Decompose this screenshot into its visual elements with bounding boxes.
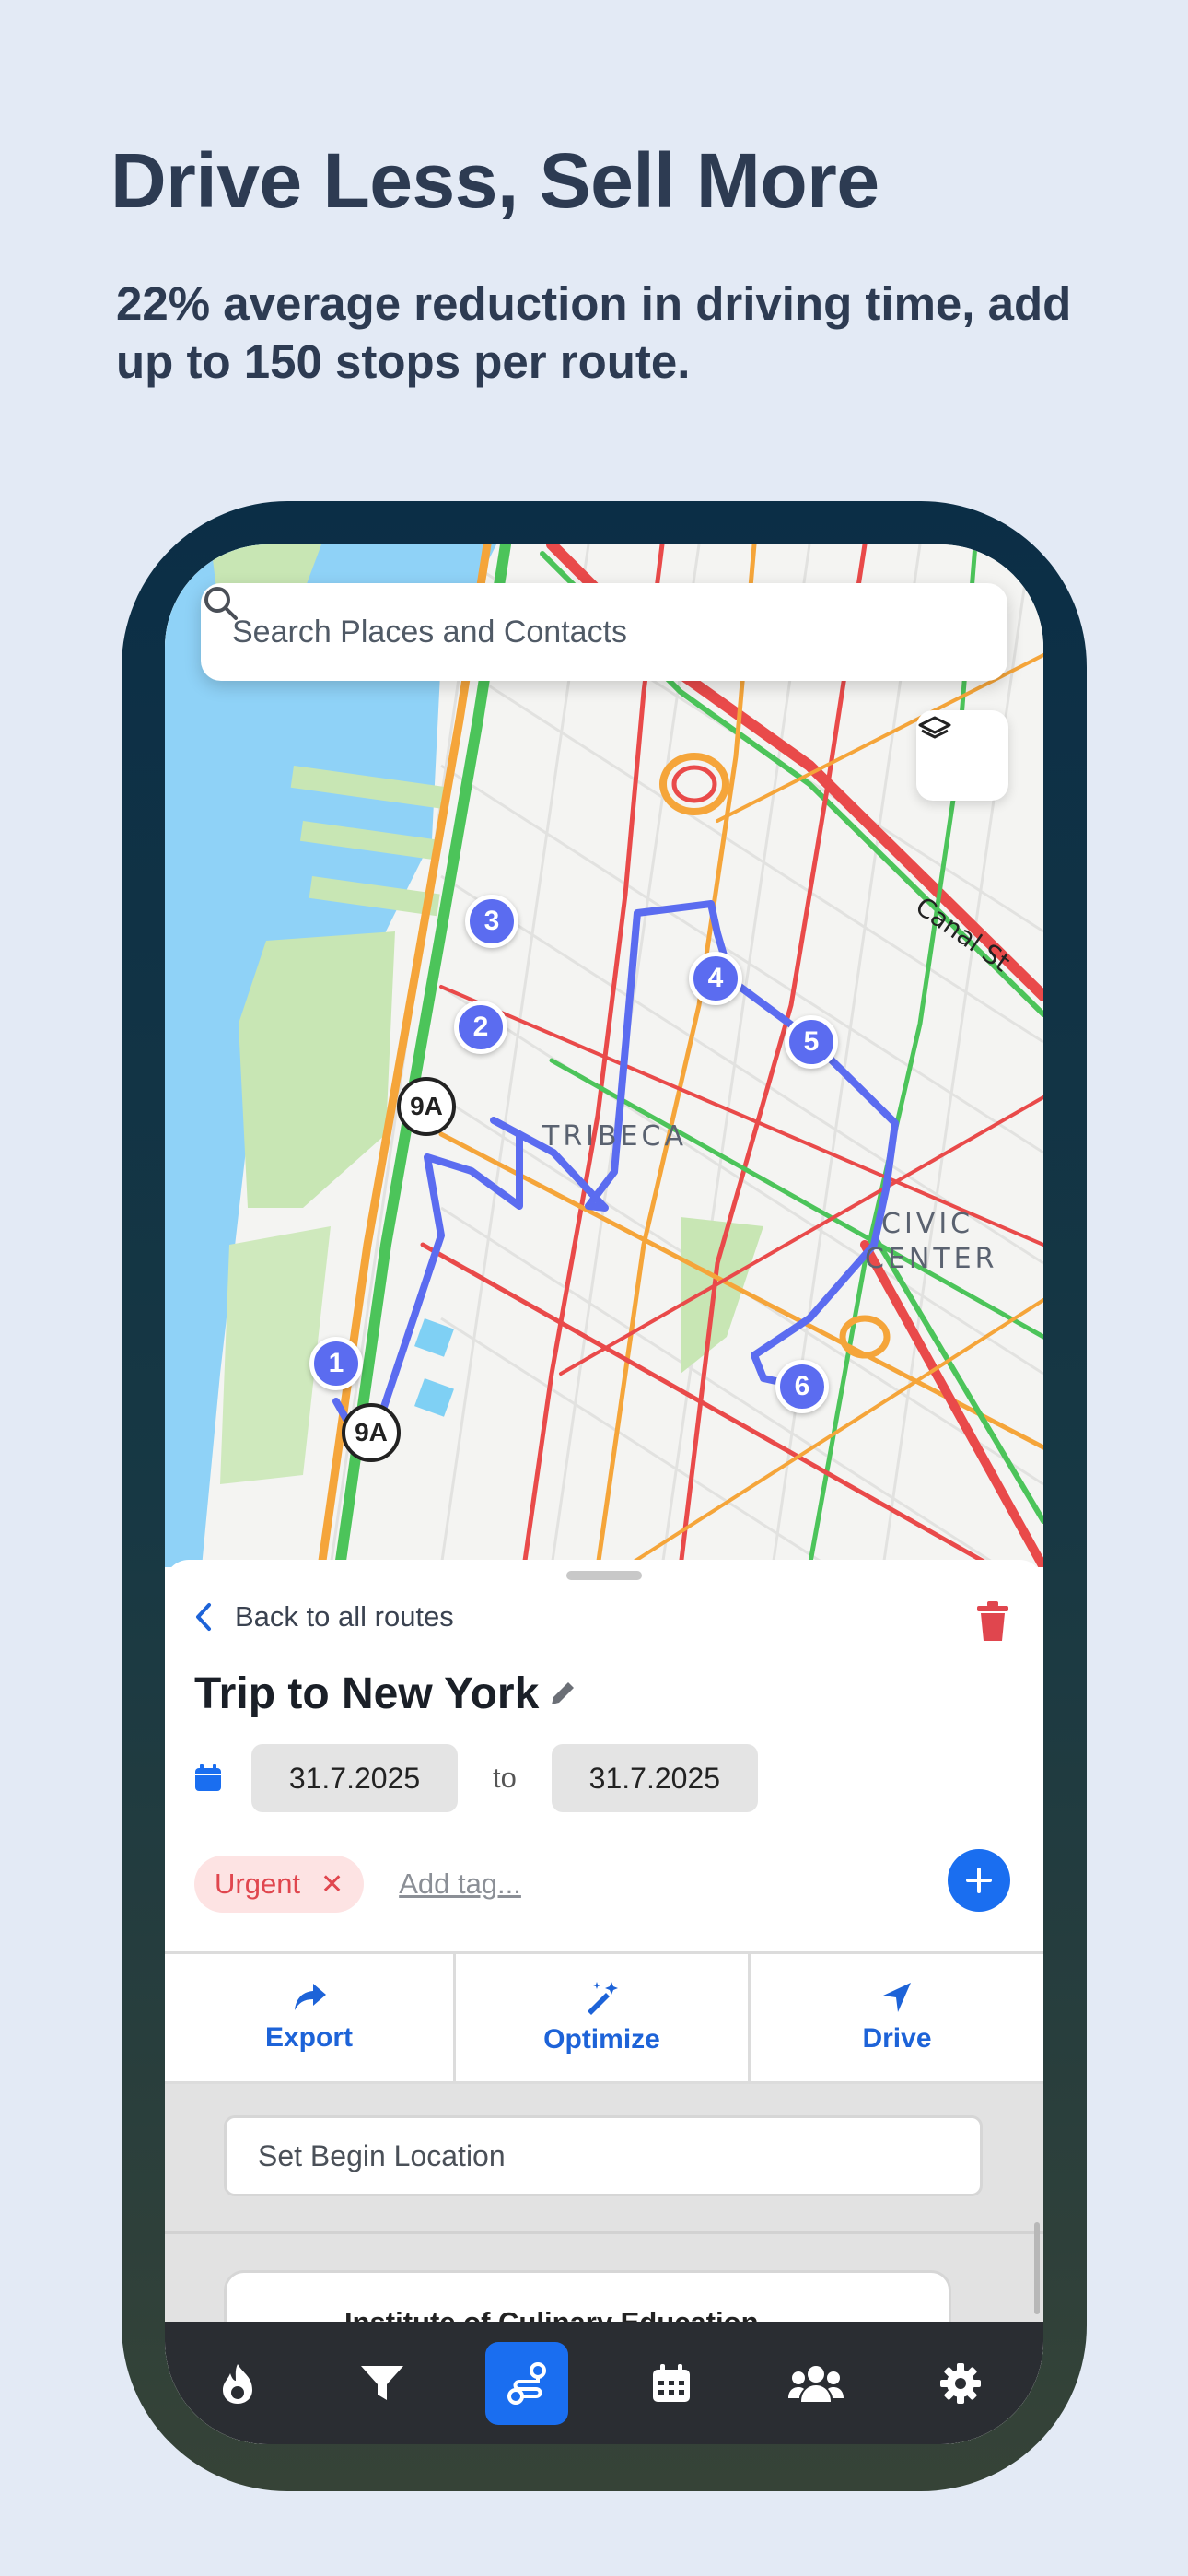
search-bar[interactable]: Search Places and Contacts [201, 583, 1007, 681]
promo-headline: Drive Less, Sell More [111, 137, 879, 224]
search-placeholder: Search Places and Contacts [232, 614, 628, 650]
calendar-icon [195, 1764, 221, 1791]
calendar-icon [652, 2364, 690, 2402]
route-stop-marker[interactable]: 4 [689, 952, 742, 1005]
remove-tag-icon[interactable]: ✕ [320, 1868, 344, 1901]
back-label: Back to all routes [235, 1600, 454, 1633]
gear-icon [939, 2363, 981, 2404]
add-stop-button[interactable] [948, 1849, 1010, 1912]
date-range: 31.7.2025 to 31.7.2025 [192, 1744, 758, 1812]
delete-route-button[interactable] [973, 1600, 1012, 1647]
navigation-arrow-icon [883, 1983, 911, 2012]
bottom-navigation [165, 2322, 1043, 2444]
phone-screen: TRIBECA CIVIC CENTER Canal St 9A 9A 1 2 … [165, 544, 1043, 2444]
share-arrow-icon [294, 1984, 326, 2010]
sheet-grabber[interactable] [566, 1571, 642, 1580]
back-to-routes-link[interactable]: Back to all routes [192, 1600, 454, 1633]
route-map[interactable]: TRIBECA CIVIC CENTER Canal St 9A 9A 1 2 … [165, 544, 1043, 1567]
trip-title-text: Trip to New York [194, 1669, 540, 1718]
map-label-tribeca: TRIBECA [542, 1120, 688, 1153]
chevron-left-icon [196, 1603, 211, 1631]
optimize-button[interactable]: Optimize [456, 1954, 751, 2081]
team-icon [787, 2366, 844, 2402]
scrollbar[interactable] [1034, 2222, 1040, 2314]
tag-label: Urgent [215, 1868, 301, 1900]
map-canvas [165, 544, 1043, 1567]
export-button[interactable]: Export [165, 1954, 456, 2081]
pencil-icon[interactable] [546, 1679, 577, 1710]
highway-shield: 9A [397, 1077, 456, 1136]
nav-routes-active-pill [484, 2342, 568, 2425]
search-icon [204, 587, 238, 620]
list-divider [165, 2231, 1043, 2234]
magic-wand-icon [587, 1982, 618, 2015]
nav-routes[interactable] [454, 2341, 599, 2426]
route-stop-marker[interactable]: 6 [775, 1360, 829, 1413]
trip-title[interactable]: Trip to New York [194, 1669, 577, 1719]
map-label-center: CENTER [865, 1243, 998, 1275]
promo-subline: 22% average reduction in driving time, a… [116, 277, 1072, 388]
start-date-field[interactable]: 31.7.2025 [251, 1744, 458, 1812]
drive-label: Drive [862, 2023, 932, 2054]
date-to-label: to [493, 1762, 517, 1794]
flame-icon [222, 2364, 252, 2404]
optimize-label: Optimize [543, 2024, 660, 2055]
plus-icon [966, 1868, 992, 1893]
end-date-field[interactable]: 31.7.2025 [551, 1744, 758, 1812]
route-stop-marker[interactable]: 3 [465, 895, 518, 948]
nav-filter[interactable] [309, 2341, 454, 2426]
map-label-civic: CIVIC [881, 1208, 974, 1240]
nav-calendar[interactable] [599, 2341, 743, 2426]
add-tag-link[interactable]: Add tag... [399, 1868, 521, 1901]
map-layers-button[interactable] [916, 710, 1008, 801]
tag-row: Urgent ✕ Add tag... [194, 1855, 1014, 1914]
nav-team[interactable] [743, 2341, 888, 2426]
nav-settings[interactable] [888, 2341, 1032, 2426]
filter-icon [360, 2366, 403, 2400]
route-stop-marker[interactable]: 1 [309, 1337, 363, 1390]
route-details-sheet: Back to all routes Trip to New York 31.7… [165, 1560, 1043, 2444]
route-stop-marker[interactable]: 2 [454, 1001, 507, 1054]
tag-chip[interactable]: Urgent ✕ [194, 1856, 365, 1913]
route-icon [507, 2362, 546, 2405]
drive-button[interactable]: Drive [751, 1954, 1043, 2081]
layers-icon [918, 716, 951, 739]
route-actions: Export Optimize Drive [165, 1951, 1043, 2084]
highway-shield: 9A [342, 1403, 401, 1462]
begin-location-field[interactable]: Set Begin Location [224, 2115, 983, 2196]
export-label: Export [264, 2022, 353, 2053]
route-stop-marker[interactable]: 5 [785, 1015, 838, 1069]
trash-icon [977, 1601, 1008, 1641]
nav-hot-leads[interactable] [165, 2341, 309, 2426]
